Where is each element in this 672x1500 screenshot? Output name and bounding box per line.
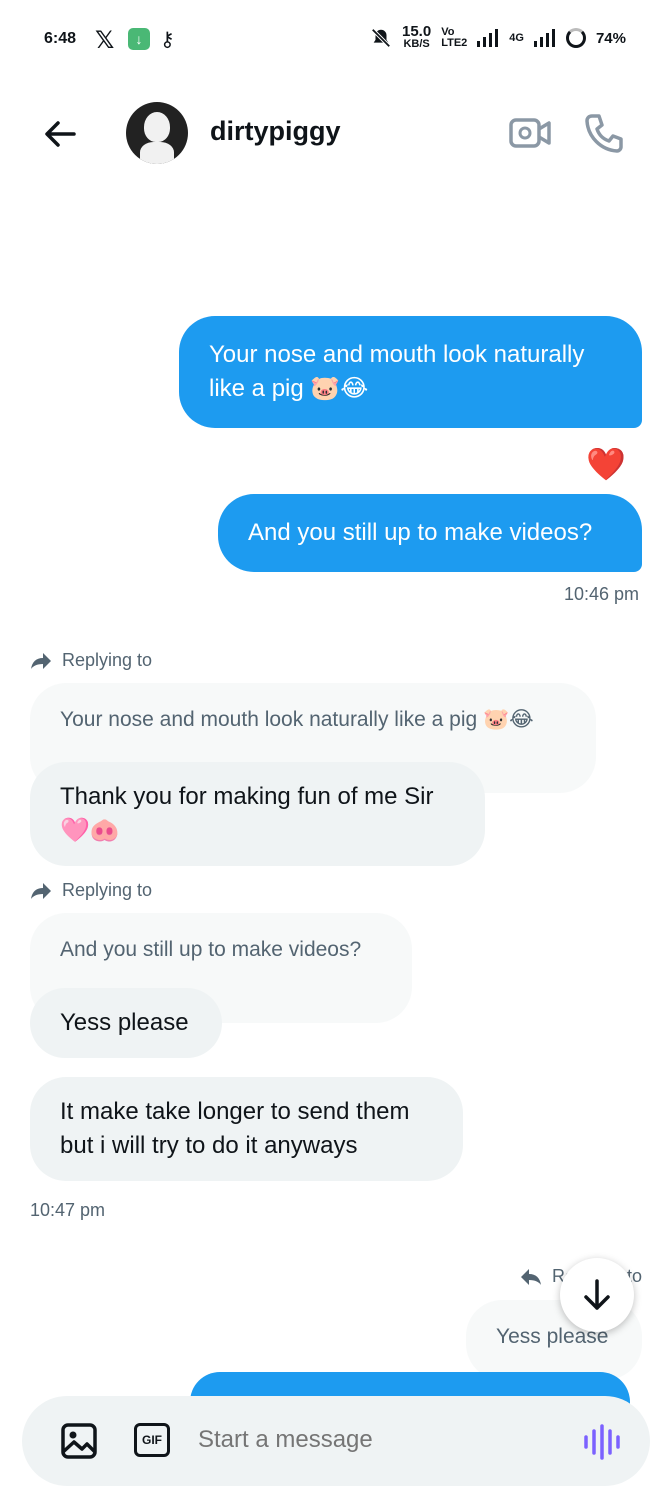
net-speed-unit: KB/S xyxy=(403,38,430,50)
scroll-to-bottom-button[interactable] xyxy=(560,1258,634,1332)
mute-bell-icon xyxy=(371,28,391,48)
reply-arrow-icon xyxy=(31,652,51,669)
phone-call-icon[interactable] xyxy=(584,112,624,154)
message-bubble-out[interactable]: Your nose and mouth look naturally like … xyxy=(179,316,642,428)
message-input[interactable] xyxy=(198,1426,578,1454)
download-icon: ↓ xyxy=(128,28,150,50)
status-time: 6:48 xyxy=(44,30,77,47)
status-bar: 6:48 𝕏 ↓ ⚷ 15.0 KB/S Vo LTE2 4G 74% xyxy=(0,0,672,78)
image-icon[interactable] xyxy=(60,1422,98,1460)
net-speed: 15.0 KB/S xyxy=(402,23,432,50)
replying-indicator: Replying to xyxy=(30,880,152,901)
volte-bottom: LTE2 xyxy=(441,37,468,49)
net-speed-value: 15.0 xyxy=(402,23,432,40)
avatar-face xyxy=(144,112,170,142)
reply-arrow-icon xyxy=(31,882,51,899)
battery-level: 74% xyxy=(595,29,626,47)
status-right: 15.0 KB/S Vo LTE2 4G 74% xyxy=(370,23,626,50)
conversation-header: dirtypiggy xyxy=(0,92,672,176)
x-app-icon: 𝕏 xyxy=(95,27,115,54)
replying-label: Replying to xyxy=(62,650,153,670)
arrow-down-icon xyxy=(584,1279,610,1310)
message-timestamp: 10:46 pm xyxy=(564,584,640,604)
replying-label: Replying to xyxy=(62,880,153,900)
avatar[interactable] xyxy=(126,102,188,164)
message-bubble-in[interactable]: Yess please xyxy=(30,988,222,1058)
network-type: 4G xyxy=(509,31,524,44)
message-bubble-in[interactable]: It make take longer to send them but i w… xyxy=(30,1077,463,1181)
message-bubble-in[interactable]: Thank you for making fun of me Sir 🩷🐽 xyxy=(30,762,485,866)
signal-icon-2 xyxy=(533,29,555,47)
replying-indicator: Replying to xyxy=(30,650,152,671)
video-call-icon[interactable] xyxy=(508,114,552,152)
contact-name[interactable]: dirtypiggy xyxy=(210,116,341,147)
message-composer: GIF xyxy=(22,1396,650,1486)
voice-message-icon[interactable] xyxy=(582,1424,622,1460)
avatar-body xyxy=(140,142,174,164)
message-timestamp: 10:47 pm xyxy=(30,1200,106,1220)
volte-indicator: Vo LTE2 xyxy=(441,27,467,49)
heart-reaction[interactable]: ❤️ xyxy=(586,445,626,483)
vpn-key-icon: ⚷ xyxy=(160,29,175,51)
gif-button[interactable]: GIF xyxy=(134,1423,170,1457)
message-bubble-out[interactable]: And you still up to make videos? xyxy=(218,494,642,572)
signal-icon xyxy=(477,29,499,47)
back-arrow-icon[interactable] xyxy=(40,114,80,154)
battery-icon xyxy=(565,28,586,48)
reply-back-icon xyxy=(521,1268,541,1285)
